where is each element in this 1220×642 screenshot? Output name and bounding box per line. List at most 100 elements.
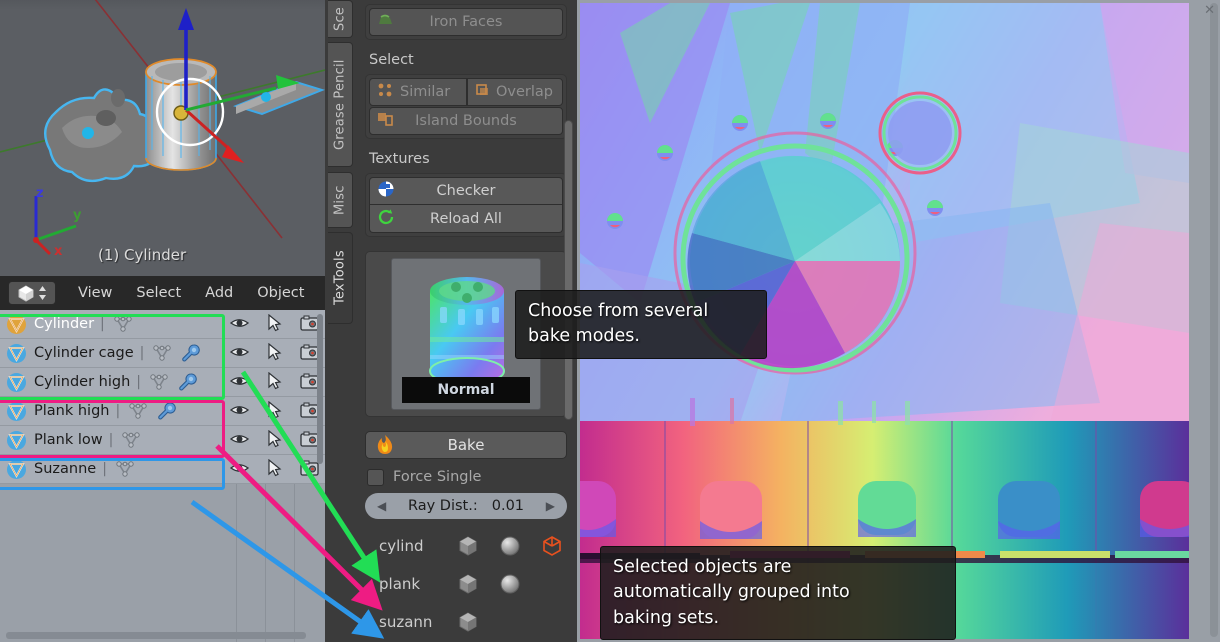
menu-view[interactable]: View bbox=[66, 276, 124, 310]
modifier-wrench-icon bbox=[179, 372, 197, 390]
ray-distance-field[interactable]: ◀ Ray Dist.: 0.01 ▶ bbox=[365, 493, 567, 519]
outliner-row-plank-low[interactable]: Plank low | bbox=[0, 426, 325, 455]
outliner-row-plank-high[interactable]: Plank high | bbox=[0, 397, 325, 426]
outliner-row-cylinder-cage[interactable]: Cylinder cage | bbox=[0, 339, 325, 368]
row-selectable-toggle[interactable] bbox=[267, 458, 282, 481]
baking-sets-tooltip: Selected objects are automatically groupe… bbox=[600, 546, 956, 641]
3d-viewport[interactable]: z y x (1) Cylinder bbox=[0, 0, 325, 276]
menu-add[interactable]: Add bbox=[193, 276, 245, 310]
cursor-select-icon[interactable] bbox=[267, 458, 282, 477]
image-editor-scrollbar[interactable] bbox=[1210, 3, 1218, 637]
high-sphere-icon[interactable] bbox=[499, 573, 521, 595]
row-render-toggle[interactable] bbox=[300, 460, 319, 480]
modifier-wrench-icon bbox=[182, 343, 201, 361]
force-single-toggle[interactable]: Force Single bbox=[367, 465, 567, 489]
row-visibility-toggle[interactable] bbox=[229, 460, 250, 479]
outliner-vertical-scrollbar[interactable] bbox=[317, 314, 323, 464]
tooltip-line: baking sets. bbox=[613, 607, 720, 628]
tab-grease-pencil[interactable]: Grease Pencil bbox=[328, 42, 353, 167]
iron-faces-box: Iron Faces bbox=[365, 4, 567, 40]
textures-buttons-box: Checker Reload All bbox=[365, 173, 567, 237]
select-similar-button[interactable]: Similar bbox=[369, 78, 467, 106]
outliner-row-suzanne[interactable]: Suzanne | bbox=[0, 455, 325, 484]
outliner-row-cylinder-high[interactable]: Cylinder high | bbox=[0, 368, 325, 397]
select-overlap-label: Overlap bbox=[496, 84, 553, 100]
force-single-label: Force Single bbox=[393, 469, 482, 485]
select-island-bounds-button[interactable]: Island Bounds bbox=[369, 107, 563, 135]
row-selectable-toggle[interactable] bbox=[267, 313, 282, 336]
cursor-select-icon[interactable] bbox=[267, 429, 282, 448]
cursor-select-icon[interactable] bbox=[267, 371, 282, 390]
row-selectable-toggle[interactable] bbox=[267, 371, 282, 394]
row-visibility-toggle[interactable] bbox=[229, 402, 250, 421]
eye-icon[interactable] bbox=[229, 432, 250, 446]
tab-misc[interactable]: Misc bbox=[328, 172, 353, 228]
object-mesh-icon bbox=[7, 459, 26, 479]
bake-label: Bake bbox=[447, 436, 485, 454]
bake-set-name: suzann bbox=[379, 613, 433, 631]
outliner-row-divider: | bbox=[115, 403, 121, 419]
toolpanel-scrollbar[interactable] bbox=[564, 120, 573, 420]
bake-set-suzann[interactable]: suzann bbox=[355, 607, 577, 637]
row-visibility-toggle[interactable] bbox=[229, 315, 250, 334]
row-selectable-toggle[interactable] bbox=[267, 400, 282, 423]
select-section-title: Select bbox=[369, 52, 414, 68]
checker-button[interactable]: Checker bbox=[369, 177, 563, 205]
bake-set-plank[interactable]: plank bbox=[355, 569, 577, 599]
select-overlap-button[interactable]: Overlap bbox=[467, 78, 563, 106]
row-selectable-toggle[interactable] bbox=[267, 429, 282, 452]
active-object-label: (1) Cylinder bbox=[98, 246, 187, 264]
eye-icon[interactable] bbox=[229, 316, 250, 330]
tab-textools[interactable]: TexTools bbox=[328, 232, 353, 324]
low-cube-icon[interactable] bbox=[457, 573, 479, 595]
cursor-select-icon[interactable] bbox=[267, 400, 282, 419]
flame-icon bbox=[376, 435, 394, 459]
outliner-list[interactable]: Cylinder | Cylinder cage | Cylinder high… bbox=[0, 310, 325, 642]
chevron-right-icon[interactable]: ▶ bbox=[546, 499, 555, 513]
reload-icon bbox=[377, 208, 395, 230]
bake-button[interactable]: Bake bbox=[365, 431, 567, 459]
select-buttons-box: Similar Overlap Island Bounds bbox=[365, 74, 567, 139]
object-mesh-icon bbox=[7, 401, 26, 421]
cursor-select-icon[interactable] bbox=[267, 313, 282, 332]
ray-dist-label: Ray Dist.: bbox=[407, 498, 478, 514]
menu-object[interactable]: Object bbox=[245, 276, 316, 310]
outliner-header: View Select Add Object bbox=[0, 276, 325, 310]
eye-icon[interactable] bbox=[229, 345, 250, 359]
row-visibility-toggle[interactable] bbox=[229, 344, 250, 363]
object-mesh-icon bbox=[7, 343, 26, 363]
cursor-select-icon[interactable] bbox=[267, 342, 282, 361]
tab-sce[interactable]: Sce bbox=[328, 0, 353, 38]
object-cube-icon bbox=[18, 285, 34, 302]
outliner-row-cylinder[interactable]: Cylinder | bbox=[0, 310, 325, 339]
eye-icon[interactable] bbox=[229, 374, 250, 388]
tooltip-line: bake modes. bbox=[528, 326, 640, 347]
close-icon[interactable]: ✕ bbox=[1204, 3, 1215, 18]
outliner-horizontal-scrollbar[interactable] bbox=[6, 632, 306, 639]
chevron-left-icon[interactable]: ◀ bbox=[377, 499, 386, 513]
reload-all-button[interactable]: Reload All bbox=[369, 205, 563, 233]
gizmo-z-label: z bbox=[36, 186, 44, 201]
row-selectable-toggle[interactable] bbox=[267, 342, 282, 365]
menu-select[interactable]: Select bbox=[124, 276, 193, 310]
outliner-row-label: Cylinder bbox=[34, 316, 95, 332]
low-cube-icon[interactable] bbox=[457, 611, 479, 633]
suzanne-object bbox=[44, 88, 162, 183]
outliner-row-divider: | bbox=[136, 374, 141, 390]
high-sphere-icon[interactable] bbox=[499, 535, 521, 557]
row-visibility-toggle[interactable] bbox=[229, 431, 250, 450]
mesh-data-icon bbox=[116, 461, 134, 477]
eye-icon[interactable] bbox=[229, 403, 250, 417]
bake-modes-tooltip: Choose from several bake modes. bbox=[515, 290, 767, 359]
checker-label: Checker bbox=[436, 183, 496, 199]
gizmo-x-label: x bbox=[54, 244, 63, 259]
editor-type-button[interactable] bbox=[8, 281, 56, 305]
low-cube-icon[interactable] bbox=[457, 535, 479, 557]
eye-icon[interactable] bbox=[229, 461, 250, 475]
bake-set-cylind[interactable]: cylind bbox=[355, 531, 577, 561]
outliner-row-divider: | bbox=[100, 316, 105, 332]
cage-cube-icon[interactable] bbox=[541, 535, 563, 557]
force-single-checkbox[interactable] bbox=[367, 468, 384, 486]
row-visibility-toggle[interactable] bbox=[229, 373, 250, 392]
iron-faces-button[interactable]: Iron Faces bbox=[369, 8, 563, 36]
